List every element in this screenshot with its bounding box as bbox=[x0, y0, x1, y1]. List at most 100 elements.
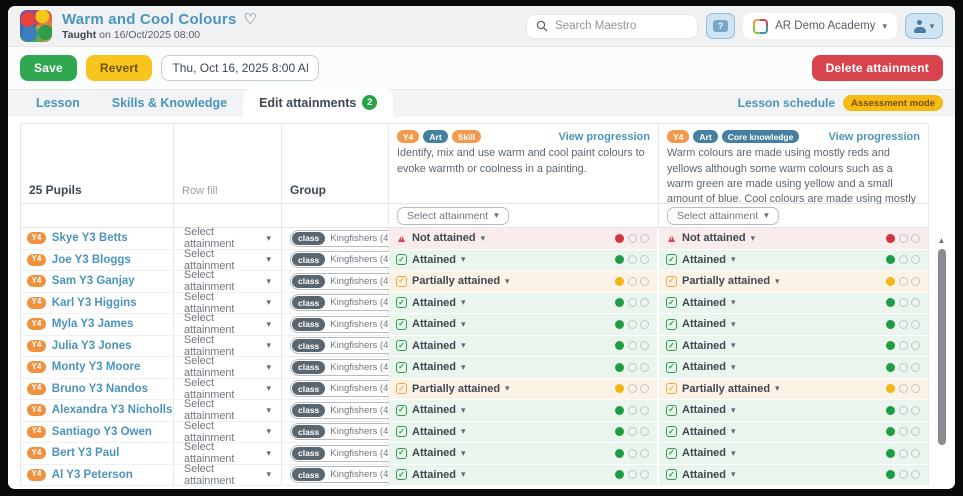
scrollbar-thumb[interactable] bbox=[938, 249, 946, 445]
select-attainment-all-knowledge[interactable]: Select attainment▾ bbox=[667, 207, 779, 225]
pupil-name-link[interactable]: Julia Y3 Jones bbox=[52, 340, 132, 352]
group-pill[interactable]: class Kingfishers (4) bbox=[290, 380, 399, 397]
maestro-window: Warm and Cool Colours ♡ Taught on 16/Oct… bbox=[8, 6, 955, 489]
scroll-up-icon[interactable]: ▲ bbox=[936, 234, 947, 248]
pupil-name-link[interactable]: Monty Y3 Moore bbox=[52, 361, 141, 373]
group-pill[interactable]: class Kingfishers (4) bbox=[290, 359, 399, 376]
status-icon: ✓ bbox=[396, 340, 407, 351]
attainment-cell-skill[interactable]: ✓ Partially attained ▾ bbox=[389, 379, 659, 401]
academy-switcher[interactable]: AR Demo Academy ▾ bbox=[743, 13, 897, 39]
row-fill-select[interactable]: Select attainment ▾ bbox=[184, 355, 271, 379]
row-fill-select[interactable]: Select attainment ▾ bbox=[184, 398, 271, 422]
attainment-count-badge: 2 bbox=[362, 95, 377, 110]
view-progression-link[interactable]: View progression bbox=[829, 131, 921, 143]
group-pill[interactable]: class Kingfishers (4) bbox=[290, 230, 399, 247]
pupil-name-link[interactable]: Joe Y3 Bloggs bbox=[52, 254, 131, 266]
help-button[interactable]: ? bbox=[706, 13, 735, 39]
group-pill[interactable]: class Kingfishers (4) bbox=[290, 445, 399, 462]
attainment-cell-skill[interactable]: ✓ Attained ▾ bbox=[389, 250, 659, 272]
attainment-cell-skill[interactable]: ▲ Not attained ▾ bbox=[389, 228, 659, 250]
group-pill[interactable]: class Kingfishers (4) bbox=[290, 337, 399, 354]
attempt-dots bbox=[886, 298, 920, 307]
view-progression-link[interactable]: View progression bbox=[559, 131, 651, 143]
pupil-name-link[interactable]: Bruno Y3 Nandos bbox=[52, 383, 148, 395]
tab-lesson[interactable]: Lesson bbox=[20, 90, 96, 117]
status-icon: ✓ bbox=[396, 254, 407, 265]
tab-edit-attainments[interactable]: Edit attainments 2 bbox=[243, 89, 393, 117]
pupil-name-link[interactable]: Sam Y3 Ganjay bbox=[52, 275, 135, 287]
row-fill-select[interactable]: Select attainment ▾ bbox=[184, 463, 271, 487]
attainment-cell-knowledge[interactable]: ✓ Partially attained ▾ bbox=[659, 379, 929, 401]
favourite-heart-icon[interactable]: ♡ bbox=[243, 12, 256, 27]
row-fill-select[interactable]: Select attainment ▾ bbox=[184, 291, 271, 315]
attainment-cell-knowledge[interactable]: ✓ Attained ▾ bbox=[659, 336, 929, 358]
attempt-dots bbox=[886, 427, 920, 436]
attainment-cell-knowledge[interactable]: ✓ Partially attained ▾ bbox=[659, 271, 929, 293]
group-pill[interactable]: class Kingfishers (4) bbox=[290, 273, 399, 290]
help-bubble-icon: ? bbox=[713, 20, 728, 32]
status-icon: ✓ bbox=[666, 276, 677, 287]
attainment-cell-knowledge[interactable]: ✓ Attained ▾ bbox=[659, 357, 929, 379]
revert-button[interactable]: Revert bbox=[86, 55, 153, 81]
academy-logo-icon bbox=[753, 19, 768, 34]
chevron-down-icon: ▾ bbox=[731, 470, 736, 479]
attainment-cell-skill[interactable]: ✓ Partially attained ▾ bbox=[389, 271, 659, 293]
group-name: Kingfishers (4) bbox=[330, 362, 391, 373]
group-pill[interactable]: class Kingfishers (4) bbox=[290, 423, 399, 440]
save-button[interactable]: Save bbox=[20, 55, 77, 81]
row-fill-select[interactable]: Select attainment ▾ bbox=[184, 269, 271, 293]
attainment-cell-skill[interactable]: ✓ Attained ▾ bbox=[389, 465, 659, 487]
tab-skills-knowledge[interactable]: Skills & Knowledge bbox=[96, 90, 243, 117]
attainment-cell-skill[interactable]: ✓ Attained ▾ bbox=[389, 293, 659, 315]
group-pill[interactable]: class Kingfishers (4) bbox=[290, 294, 399, 311]
row-fill-select[interactable]: Select attainment ▾ bbox=[184, 226, 271, 250]
pupil-name-link[interactable]: Santiago Y3 Owen bbox=[52, 426, 152, 438]
attainment-cell-skill[interactable]: ✓ Attained ▾ bbox=[389, 357, 659, 379]
group-pill[interactable]: class Kingfishers (4) bbox=[290, 316, 399, 333]
row-fill-select[interactable]: Select attainment ▾ bbox=[184, 420, 271, 444]
user-menu-button[interactable]: ▾ bbox=[905, 13, 943, 39]
vertical-scrollbar[interactable]: ▲ bbox=[936, 234, 947, 486]
pupil-name-link[interactable]: Bert Y3 Paul bbox=[52, 447, 120, 459]
pupil-name-link[interactable]: Myla Y3 James bbox=[52, 318, 134, 330]
pupil-name-link[interactable]: Skye Y3 Betts bbox=[52, 232, 128, 244]
tab-bar: Lesson Skills & Knowledge Edit attainmen… bbox=[8, 89, 955, 117]
status-icon: ✓ bbox=[666, 297, 677, 308]
pupil-name-link[interactable]: Karl Y3 Higgins bbox=[52, 297, 137, 309]
attainment-cell-knowledge[interactable]: ✓ Attained ▾ bbox=[659, 250, 929, 272]
row-fill-select[interactable]: Select attainment ▾ bbox=[184, 441, 271, 465]
attainment-cell-knowledge[interactable]: ✓ Attained ▾ bbox=[659, 293, 929, 315]
pupil-name-link[interactable]: Al Y3 Peterson bbox=[52, 469, 133, 481]
status-label: Partially attained bbox=[412, 383, 500, 395]
group-type-badge: class bbox=[292, 318, 325, 331]
group-pill[interactable]: class Kingfishers (4) bbox=[290, 466, 399, 483]
row-fill-select[interactable]: Select attainment ▾ bbox=[184, 377, 271, 401]
delete-attainment-button[interactable]: Delete attainment bbox=[812, 55, 943, 81]
attainment-cell-knowledge[interactable]: ✓ Attained ▾ bbox=[659, 465, 929, 487]
row-fill-select[interactable]: Select attainment ▾ bbox=[184, 334, 271, 358]
attainment-cell-skill[interactable]: ✓ Attained ▾ bbox=[389, 336, 659, 358]
attainment-cell-skill[interactable]: ✓ Attained ▾ bbox=[389, 422, 659, 444]
row-fill-select[interactable]: Select attainment ▾ bbox=[184, 248, 271, 272]
lesson-schedule-link[interactable]: Lesson schedule bbox=[738, 96, 835, 110]
attainment-cell-skill[interactable]: ✓ Attained ▾ bbox=[389, 443, 659, 465]
search-input[interactable] bbox=[555, 20, 675, 32]
group-pill[interactable]: class Kingfishers (4) bbox=[290, 251, 399, 268]
search-box[interactable] bbox=[526, 14, 698, 39]
datetime-picker[interactable]: Thu, Oct 16, 2025 8:00 AM bbox=[161, 55, 319, 81]
attainment-cell-knowledge[interactable]: ▲ Not attained ▾ bbox=[659, 228, 929, 250]
attainment-cell-knowledge[interactable]: ✓ Attained ▾ bbox=[659, 400, 929, 422]
type-badge: Core knowledge bbox=[722, 130, 800, 143]
row-fill-select[interactable]: Select attainment ▾ bbox=[184, 312, 271, 336]
attainment-cell-knowledge[interactable]: ✓ Attained ▾ bbox=[659, 314, 929, 336]
attempt-dots bbox=[886, 277, 920, 286]
select-attainment-all-skill[interactable]: Select attainment▾ bbox=[397, 207, 509, 225]
attainment-cell-skill[interactable]: ✓ Attained ▾ bbox=[389, 400, 659, 422]
attainment-cell-knowledge[interactable]: ✓ Attained ▾ bbox=[659, 422, 929, 444]
chevron-down-icon: ▾ bbox=[930, 22, 935, 31]
group-type-badge: class bbox=[292, 296, 325, 309]
attainment-cell-skill[interactable]: ✓ Attained ▾ bbox=[389, 314, 659, 336]
group-pill[interactable]: class Kingfishers (4) bbox=[290, 402, 399, 419]
attainment-cell-knowledge[interactable]: ✓ Attained ▾ bbox=[659, 443, 929, 465]
pupil-name-link[interactable]: Alexandra Y3 Nicholls bbox=[52, 404, 173, 416]
